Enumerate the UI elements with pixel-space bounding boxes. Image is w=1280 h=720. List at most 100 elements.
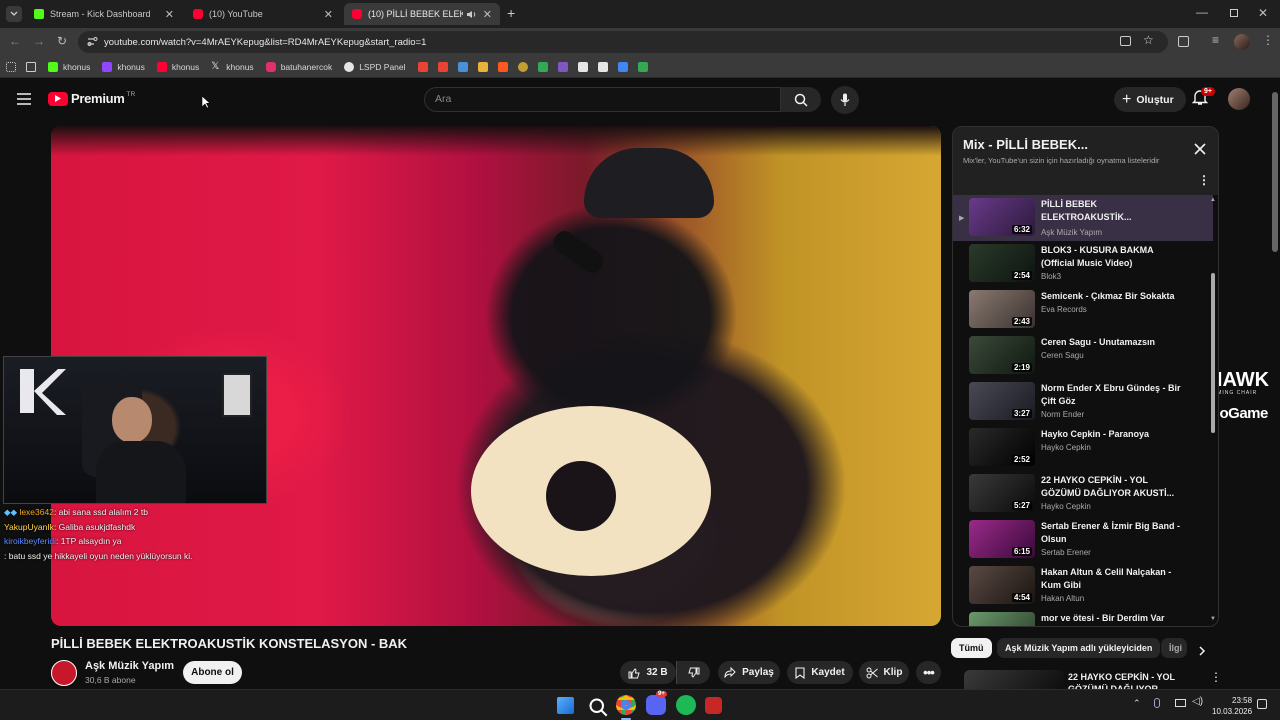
extensions-icon[interactable]	[1178, 36, 1189, 47]
search-input[interactable]: Ara	[424, 87, 781, 112]
url-bar[interactable]: youtube.com/watch?v=4MrAEYKepug&list=RD4…	[78, 31, 1168, 53]
profile-avatar[interactable]	[1234, 34, 1250, 50]
chrome-icon[interactable]	[616, 695, 636, 715]
duration-badge: 2:54	[1011, 271, 1032, 280]
tab-list-button[interactable]	[6, 6, 22, 22]
browser-menu-icon[interactable]: ⋮	[1262, 33, 1274, 47]
clip-button[interactable]: Klip	[859, 661, 909, 684]
bookmark-lspd-panel[interactable]: LSPD Panel	[344, 61, 406, 72]
tray-mic-icon[interactable]	[1154, 698, 1160, 708]
bookmark-icon[interactable]	[497, 61, 508, 72]
close-icon[interactable]	[1194, 143, 1206, 155]
docs-icon[interactable]	[457, 61, 468, 72]
playlist-item[interactable]: 2:43 Semicenk - Çıkmaz Bir Sokakta Eva R…	[953, 287, 1213, 333]
drive-icon[interactable]	[637, 61, 648, 72]
playlist-item[interactable]: 4:54 Hakan Altun & Celil Nalçakan - Kum …	[953, 563, 1213, 609]
site-info-icon[interactable]	[87, 36, 98, 47]
chip-uploader[interactable]: Aşk Müzik Yapım adlı yükleyiciden	[997, 638, 1161, 658]
youtube-premium-logo[interactable]: Premium TR	[48, 91, 135, 106]
back-icon[interactable]: ←	[9, 34, 21, 48]
share-button[interactable]: Paylaş	[718, 661, 780, 684]
chip-related[interactable]: İlgi	[1161, 638, 1187, 658]
apps-grid-icon[interactable]	[6, 61, 16, 72]
bookmark-icon[interactable]	[517, 61, 528, 72]
notion-icon[interactable]	[597, 61, 608, 72]
bookmark-khonus-twitch[interactable]: khonus	[102, 61, 145, 72]
create-button[interactable]: + Oluştur	[1114, 87, 1186, 112]
gmail-icon[interactable]	[417, 61, 428, 72]
close-tab-icon[interactable]: ✕	[483, 8, 492, 21]
sheets-icon[interactable]	[537, 61, 548, 72]
minimize-window-icon[interactable]: —	[1196, 5, 1208, 19]
discord-icon[interactable]: 9+	[646, 691, 667, 715]
more-actions-button[interactable]: •••	[916, 661, 941, 684]
playlist-title[interactable]: Mix - PİLLİ BEBEK...	[963, 137, 1088, 152]
new-tab-button[interactable]: +	[507, 5, 515, 21]
bookmark-khonus-x[interactable]: 𝕏khonus	[211, 61, 253, 72]
playlist-item[interactable]: 3:27 Norm Ender X Ebru Gündeş - Bir Çift…	[953, 379, 1213, 425]
bookmark-icon[interactable]	[557, 61, 568, 72]
notifications-button[interactable]: 9+	[1191, 87, 1215, 109]
channel-name[interactable]: Aşk Müzik Yapım	[85, 660, 174, 672]
tray-display-icon[interactable]	[1175, 699, 1186, 707]
taskbar-clock[interactable]: 23:58 10.03.2026	[1212, 695, 1252, 717]
dislike-button[interactable]	[676, 661, 710, 684]
page-scrollbar[interactable]	[1272, 92, 1278, 252]
browser-tab-kick[interactable]: Stream - Kick Dashboard ✕	[26, 3, 182, 25]
reload-icon[interactable]: ↻	[57, 34, 67, 48]
chip-all[interactable]: Tümü	[951, 638, 992, 658]
chat-text: : Galiba asukjdfashdk	[53, 521, 136, 532]
spotify-icon[interactable]	[676, 695, 696, 715]
playlist-item[interactable]: 6:15 Sertab Erener & İzmir Big Band - Ol…	[953, 517, 1213, 563]
playlist-item[interactable]: 2:19 Ceren Sagu - Unutamazsın Ceren Sagu	[953, 333, 1213, 379]
bookmark-icon[interactable]	[477, 61, 488, 72]
bookmark-star-icon[interactable]: ☆	[1143, 33, 1154, 47]
playlist-item[interactable]: ▶ 6:32 PİLLİ BEBEK ELEKTROAKUSTİK... Aşk…	[953, 195, 1213, 241]
gmail-icon[interactable]	[437, 61, 448, 72]
playlist-item[interactable]: 2:54 BLOK3 - KUSURA BAKMA (Official Musi…	[953, 241, 1213, 287]
search-icon[interactable]	[588, 697, 608, 717]
close-tab-icon[interactable]: ✕	[324, 8, 333, 21]
notification-center-icon[interactable]	[1257, 699, 1267, 709]
tray-volume-icon[interactable]: ◁)	[1192, 696, 1203, 707]
media-control-icon[interactable]: ≡	[1212, 33, 1219, 47]
browser-tab-video[interactable]: (10) PİLLİ BEBEK ELEKTROA ✕	[344, 3, 500, 25]
suggested-menu-icon[interactable]: ⋮	[1210, 670, 1220, 684]
save-label: Kaydet	[811, 667, 845, 678]
save-button[interactable]: Kaydet	[787, 661, 853, 684]
voice-search-button[interactable]	[831, 86, 859, 114]
account-avatar[interactable]	[1228, 88, 1250, 110]
playlist-menu-icon[interactable]: ⋮	[1198, 173, 1210, 187]
app-icon[interactable]	[705, 697, 722, 714]
streamer-person	[112, 397, 152, 443]
windows-start-icon[interactable]	[557, 697, 574, 714]
chevron-right-icon[interactable]	[1199, 646, 1206, 656]
browser-tab-youtube[interactable]: (10) YouTube ✕	[185, 3, 341, 25]
playlist-item[interactable]: 5:27 22 HAYKO CEPKİN - YOL GÖZÜMÜ DAĞLIY…	[953, 471, 1213, 517]
bookmark-khonus-youtube[interactable]: khonus	[156, 61, 199, 72]
suggested-video[interactable]: 22 HAYKO CEPKİN - YOL GÖZÜMÜ DAĞLIYOR AK…	[952, 668, 1220, 689]
thumbs-up-icon	[628, 667, 641, 678]
scroll-down-icon[interactable]: ▼	[1210, 616, 1216, 622]
hamburger-menu-icon[interactable]	[17, 93, 31, 105]
tray-overflow-icon[interactable]: ⌃	[1133, 698, 1141, 709]
close-tab-icon[interactable]: ✕	[165, 8, 174, 21]
scroll-up-icon[interactable]: ▲	[1210, 197, 1216, 203]
forward-icon[interactable]: →	[33, 34, 45, 48]
playlist-item[interactable]: mor ve ötesi - Bir Derdim Var (Official …	[953, 609, 1213, 626]
restore-window-icon[interactable]	[1230, 9, 1238, 17]
playlist-item[interactable]: 2:52 Hayko Cepkin - Paranoya Hayko Cepki…	[953, 425, 1213, 471]
channel-avatar[interactable]	[51, 660, 77, 686]
bookmark-khonus-kick[interactable]: khonus	[48, 61, 90, 72]
bookmark-instagram[interactable]: batuhanercok	[265, 61, 332, 72]
install-app-icon[interactable]	[1120, 36, 1131, 46]
audio-playing-icon[interactable]	[466, 10, 477, 19]
bookmark-icon[interactable]	[617, 61, 628, 72]
folder-icon[interactable]	[26, 61, 36, 72]
close-window-icon[interactable]: ✕	[1258, 6, 1268, 20]
subscribe-button[interactable]: Abone ol	[183, 661, 242, 684]
playlist-scrollbar[interactable]	[1211, 273, 1215, 433]
search-button[interactable]	[781, 87, 821, 112]
like-button[interactable]: 32 B	[620, 661, 676, 684]
capcut-icon[interactable]	[577, 61, 588, 72]
